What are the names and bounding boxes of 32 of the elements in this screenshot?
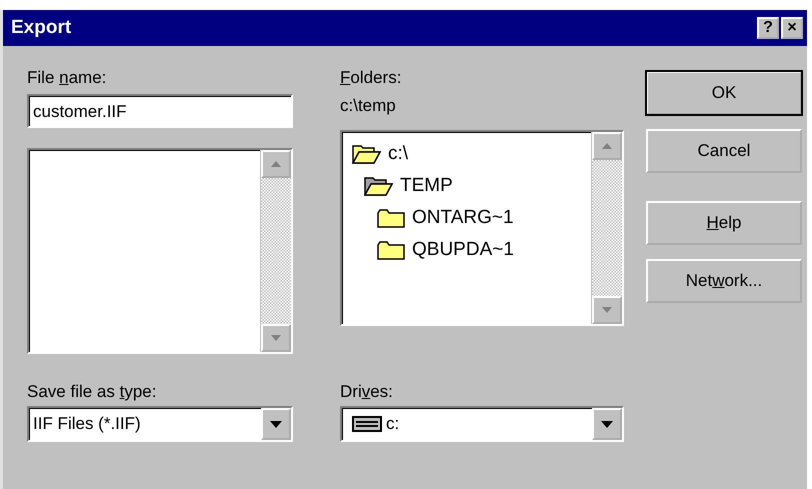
- scroll-up-icon: [271, 161, 281, 167]
- scrollbar[interactable]: [260, 150, 291, 352]
- file-list[interactable]: [27, 148, 293, 354]
- dialog-button[interactable]: Cancel: [646, 129, 802, 173]
- field-label: Folders:: [340, 67, 402, 89]
- window-title: Export: [11, 17, 72, 39]
- dropdown-arrow-icon: [270, 420, 282, 428]
- drive-dropdown[interactable]: c:: [340, 406, 624, 442]
- dialog-button[interactable]: Network...: [646, 259, 802, 303]
- file-name-field[interactable]: customer.IIF: [27, 94, 293, 128]
- folder-name[interactable]: TEMP: [400, 174, 453, 198]
- field-label: Drives:: [340, 381, 394, 403]
- dialog-button[interactable]: Help: [646, 201, 802, 245]
- folder-name[interactable]: ONTARG~1: [412, 206, 514, 230]
- dropdown-button[interactable]: [592, 408, 622, 440]
- dropdown-arrow-icon: [601, 420, 613, 428]
- field-label: Save file as type:: [27, 381, 158, 403]
- close-button[interactable]: ×: [781, 17, 803, 39]
- folder-path: c:\temp: [340, 95, 397, 117]
- scrollbar[interactable]: [591, 132, 622, 324]
- field-label: File name:: [27, 67, 108, 89]
- folder-name[interactable]: c:\: [388, 142, 408, 166]
- folder-name[interactable]: QBUPDA~1: [412, 238, 514, 262]
- scroll-down-icon: [602, 307, 612, 313]
- dialog-button[interactable]: OK: [646, 71, 802, 115]
- help-button[interactable]: ?: [757, 17, 779, 39]
- scroll-down-icon: [271, 335, 281, 341]
- file-type-dropdown[interactable]: IIF Files (*.IIF): [27, 406, 293, 442]
- dropdown-button[interactable]: [261, 408, 291, 440]
- drive-icon: [352, 416, 382, 432]
- scroll-up-icon: [602, 143, 612, 149]
- folder-list[interactable]: c:\ TEMP ONTARG~1 QBUPDA~1: [340, 130, 624, 326]
